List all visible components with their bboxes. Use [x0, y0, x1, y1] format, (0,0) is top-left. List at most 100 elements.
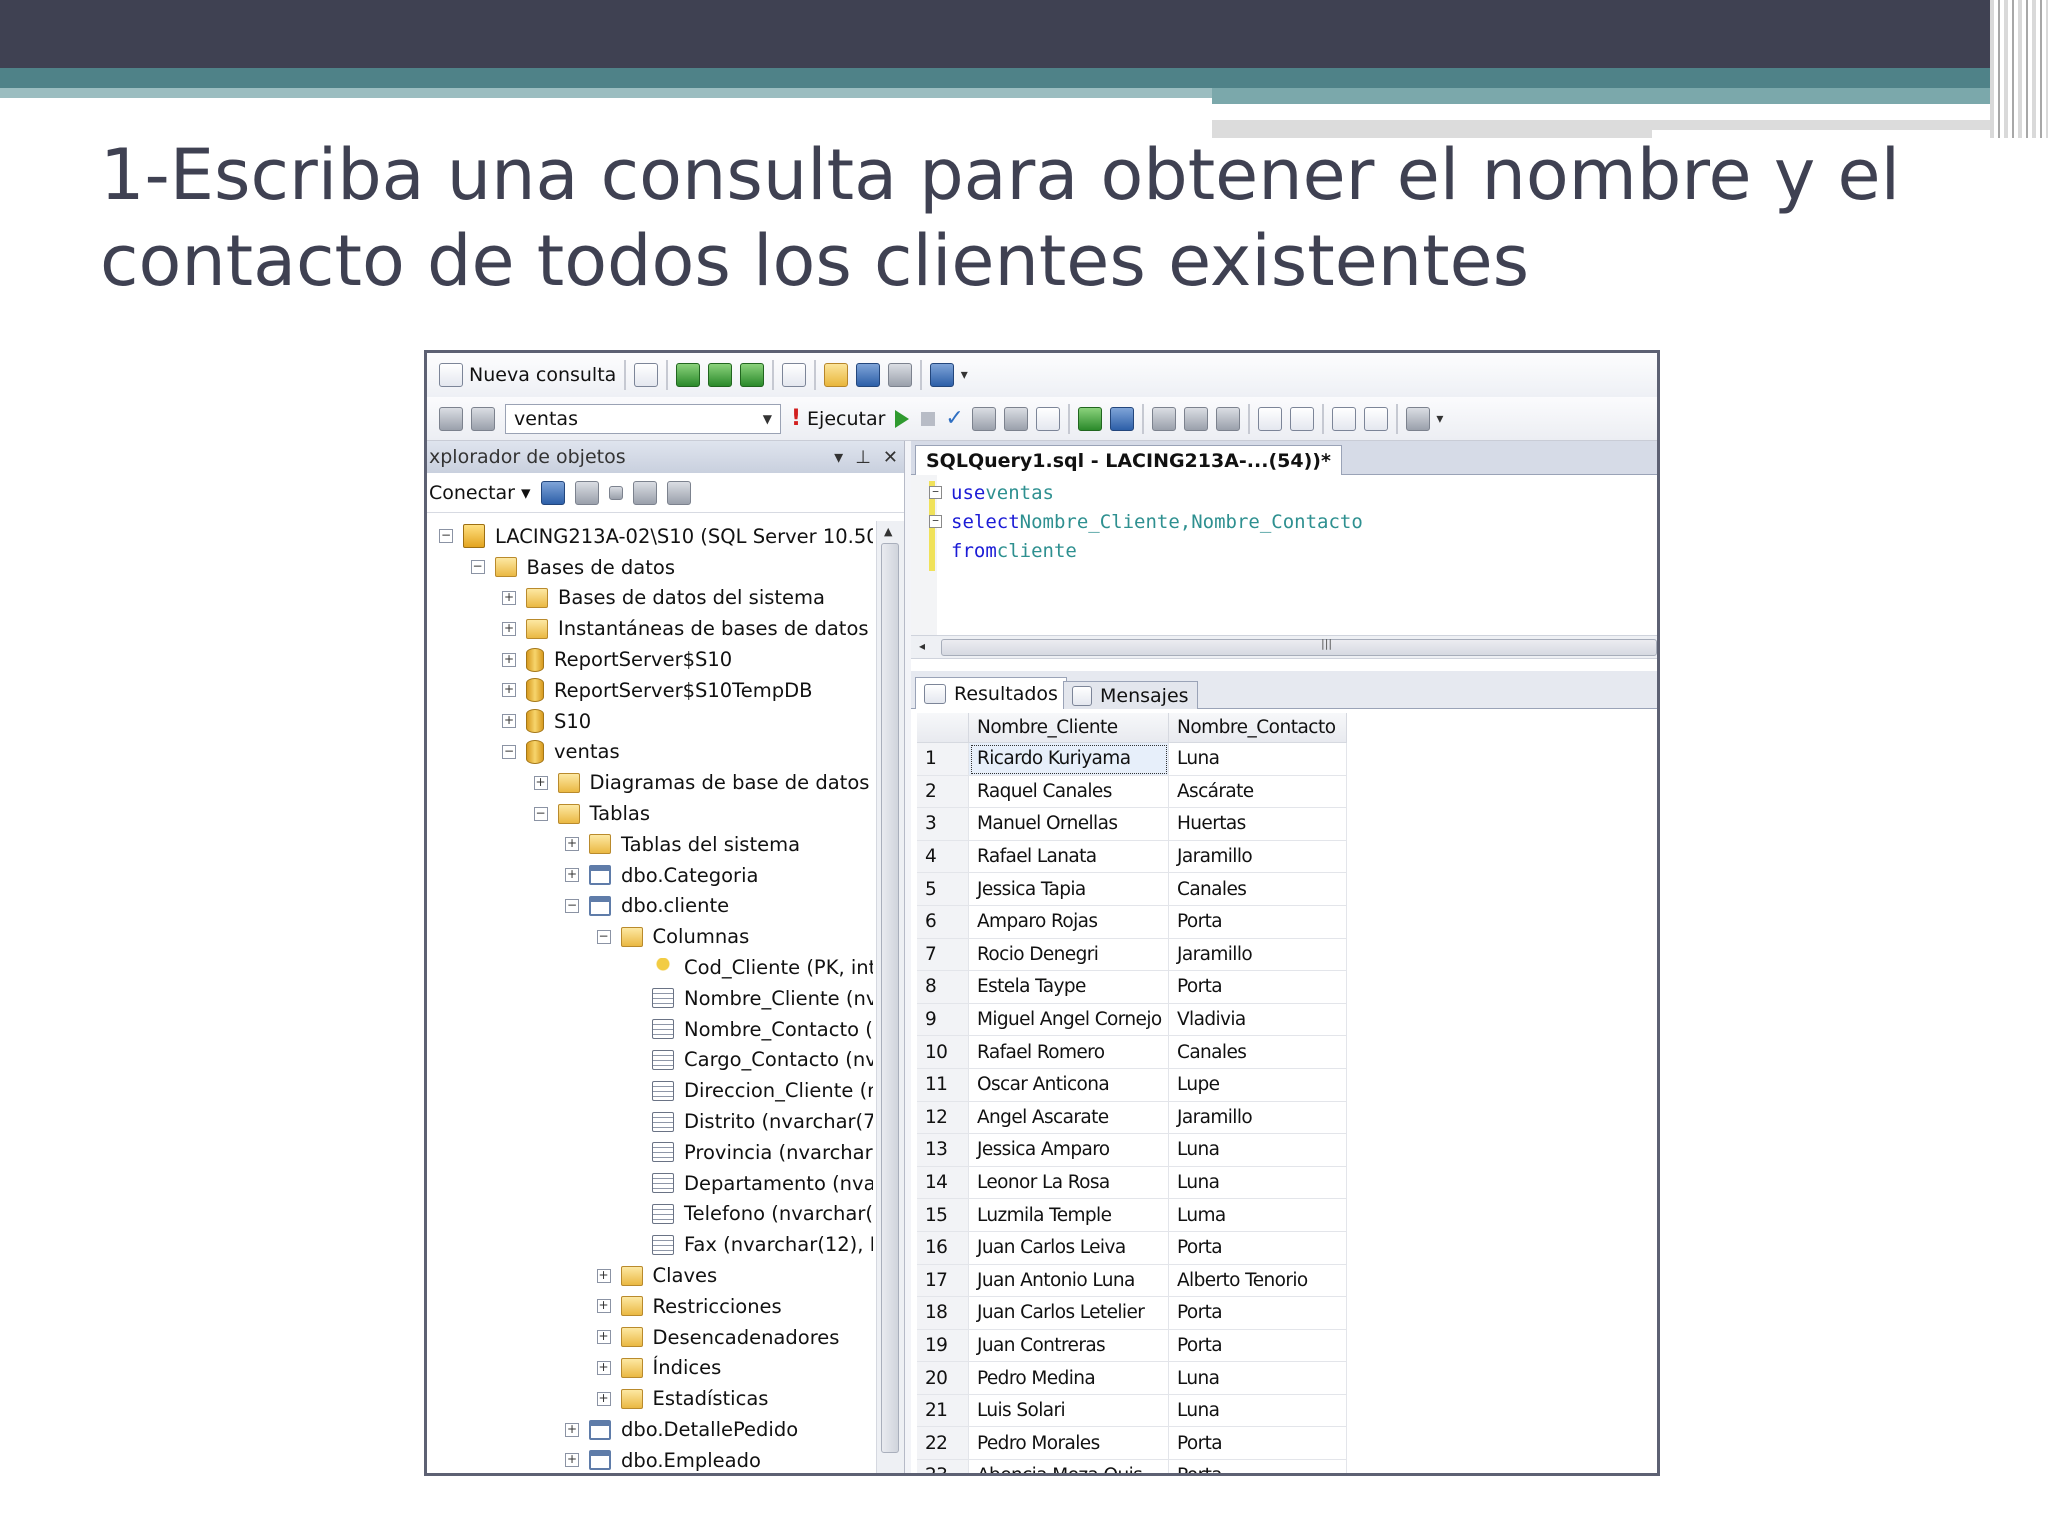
cell-nombre-cliente[interactable]: Pedro Medina [969, 1362, 1169, 1395]
filter-icon[interactable] [632, 480, 657, 505]
row-number[interactable]: 13 [917, 1134, 969, 1167]
row-number[interactable]: 5 [917, 873, 969, 906]
tree-node[interactable]: + Índices [427, 1353, 873, 1384]
refresh-icon[interactable] [666, 480, 691, 505]
toolbar-overflow-icon[interactable]: ▾ [958, 367, 970, 383]
print-button[interactable] [884, 359, 916, 391]
table-row[interactable]: 2 Raquel Canales Ascárate [917, 775, 1363, 809]
table-row[interactable]: 16 Juan Carlos Leiva Porta [917, 1231, 1363, 1265]
row-number[interactable]: 11 [917, 1068, 969, 1102]
cell-nombre-contacto[interactable]: Luna [1169, 743, 1347, 776]
cell-nombre-cliente[interactable]: Jessica Tapia [969, 873, 1169, 906]
expand-icon[interactable]: + [565, 1422, 579, 1437]
tree-node[interactable]: Direccion_Cliente (n [427, 1075, 873, 1106]
cell-nombre-cliente[interactable]: Manuel Ornellas [969, 808, 1169, 841]
stop-icon[interactable] [921, 411, 936, 426]
tab-sqlquery1[interactable]: SQLQuery1.sql - LACING213A-...(54))* [915, 445, 1342, 475]
expand-icon[interactable]: + [502, 652, 516, 667]
tree-node[interactable]: + Instantáneas de bases de datos [427, 613, 873, 644]
scrollbar-thumb[interactable] [941, 639, 1657, 656]
tab-messages[interactable]: Mensajes [1063, 681, 1198, 709]
dmx-query-button[interactable] [704, 359, 736, 391]
table-row[interactable]: 22 Pedro Morales Porta [917, 1427, 1363, 1461]
table-row[interactable]: 21 Luis Solari Luna [917, 1394, 1363, 1428]
parse-check-icon[interactable]: ✓ [945, 406, 963, 431]
tree-node[interactable]: Departamento (nvar [427, 1168, 873, 1199]
tree-node[interactable]: + Estadísticas [427, 1383, 873, 1414]
scroll-up-icon[interactable]: ▲ [884, 525, 892, 538]
tree-node[interactable]: − Tablas [427, 798, 873, 829]
collapse-icon[interactable]: − [502, 744, 516, 759]
database-selector[interactable]: ventas ▼ [505, 403, 781, 434]
object-explorer-scrollbar[interactable]: ▲ [876, 521, 904, 1473]
cell-nombre-cliente[interactable]: Pedro Morales [969, 1427, 1169, 1461]
scrollbar-thumb[interactable] [881, 543, 899, 1453]
collapse-icon[interactable]: − [533, 806, 548, 821]
cell-nombre-contacto[interactable]: Porta [1169, 1231, 1347, 1265]
row-number[interactable]: 6 [917, 905, 969, 939]
cell-nombre-cliente[interactable]: Rafael Romero [969, 1036, 1169, 1069]
collapse-icon[interactable]: − [596, 929, 611, 944]
tab-results[interactable]: Resultados [915, 677, 1067, 709]
tree-node[interactable]: + Tablas del sistema [427, 829, 873, 860]
row-number[interactable]: 23 [917, 1460, 969, 1473]
cell-nombre-cliente[interactable]: Angel Ascarate [969, 1101, 1169, 1135]
cell-nombre-contacto[interactable]: Jaramillo [1169, 840, 1347, 874]
row-number[interactable]: 4 [917, 840, 969, 874]
cell-nombre-cliente[interactable]: Rocio Denegri [969, 938, 1169, 972]
tree-node[interactable]: − LACING213A-02\S10 (SQL Server 10.50.160 [427, 521, 873, 552]
code-editor[interactable]: − use ventas − select Nombre_Cliente,Nombr… [911, 475, 1657, 635]
table-row[interactable]: 4 Rafael Lanata Jaramillo [917, 840, 1363, 874]
expand-icon[interactable]: + [565, 1453, 579, 1468]
expand-icon[interactable]: + [596, 1268, 611, 1283]
collapse-icon[interactable]: − [929, 486, 942, 499]
cell-nombre-contacto[interactable]: Vladivia [1169, 1003, 1347, 1037]
row-number[interactable]: 15 [917, 1199, 969, 1232]
connect-dropdown[interactable]: Conectar ▾ [429, 482, 531, 504]
row-number[interactable]: 3 [917, 808, 969, 841]
results-to-file-button[interactable] [1180, 403, 1212, 435]
tree-node[interactable]: + Diagramas de base de datos [427, 767, 873, 798]
tree-node[interactable]: + ReportServer$S10 [427, 644, 873, 675]
row-number[interactable]: 2 [917, 775, 969, 809]
cell-nombre-cliente[interactable]: Leonor La Rosa [969, 1166, 1169, 1200]
collapse-icon[interactable]: − [470, 560, 485, 575]
tree-node[interactable]: + Desencadenadores [427, 1322, 873, 1353]
table-row[interactable]: 9 Miguel Angel Cornejo Vladivia [917, 1003, 1363, 1037]
connect-object-explorer-icon[interactable] [540, 480, 565, 505]
table-row[interactable]: 8 Estela Taype Porta [917, 971, 1363, 1004]
row-number-header[interactable] [917, 713, 969, 743]
row-number[interactable]: 18 [917, 1297, 969, 1330]
cell-nombre-cliente[interactable]: Raquel Canales [969, 775, 1169, 809]
cell-nombre-cliente[interactable]: Juan Carlos Leiva [969, 1231, 1169, 1265]
tree-node[interactable]: Distrito (nvarchar(70 [427, 1106, 873, 1137]
dropdown-icon[interactable]: ▾ [834, 447, 843, 468]
cell-nombre-contacto[interactable]: Ascárate [1169, 775, 1347, 809]
results-to-text-button[interactable] [1032, 403, 1064, 435]
mdx-query-button[interactable] [672, 359, 704, 391]
estimated-plan-button[interactable] [968, 403, 1000, 435]
new-file-button[interactable] [630, 359, 662, 391]
tree-node[interactable]: + Restricciones [427, 1291, 873, 1322]
cell-nombre-contacto[interactable]: Jaramillo [1169, 1101, 1347, 1135]
cell-nombre-cliente[interactable]: Luzmila Temple [969, 1199, 1169, 1232]
tree-node[interactable]: + dbo.Categoria [427, 860, 873, 891]
table-row[interactable]: 23 Abencia Meza Quis... Porta [917, 1460, 1363, 1473]
tree-node[interactable]: + dbo.Empleado [427, 1445, 873, 1473]
client-statistics-button[interactable] [1106, 403, 1138, 435]
tree-node[interactable]: Nombre_Contacto ( [427, 1014, 873, 1045]
table-row[interactable]: 1 Ricardo Kuriyama Luna [917, 743, 1363, 776]
execute-button[interactable]: ! Ejecutar [787, 403, 889, 435]
row-number[interactable]: 10 [917, 1036, 969, 1069]
expand-icon[interactable]: + [502, 590, 516, 605]
query-designer-button[interactable] [1000, 403, 1032, 435]
cell-nombre-contacto[interactable]: Luma [1169, 1199, 1347, 1232]
tree-node[interactable]: + Claves [427, 1260, 873, 1291]
tree-node[interactable]: Cargo_Contacto (nv [427, 1045, 873, 1076]
cell-nombre-contacto[interactable]: Porta [1169, 1460, 1347, 1473]
cell-nombre-contacto[interactable]: Canales [1169, 1036, 1347, 1069]
row-number[interactable]: 12 [917, 1101, 969, 1135]
table-row[interactable]: 5 Jessica Tapia Canales [917, 873, 1363, 906]
code-line-1[interactable]: − use ventas [929, 479, 1054, 507]
cell-nombre-cliente[interactable]: Estela Taype [969, 971, 1169, 1004]
